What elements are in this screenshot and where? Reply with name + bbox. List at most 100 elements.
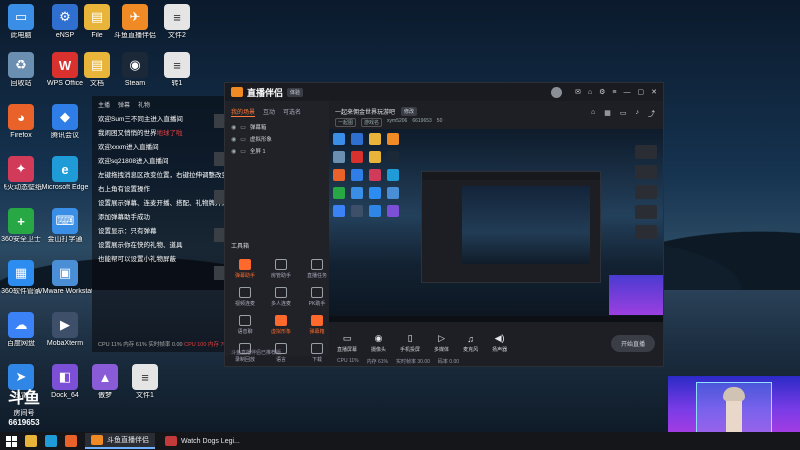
notification-icon[interactable]: ♪ <box>636 109 640 119</box>
chat-tab[interactable]: 礼物 <box>138 100 150 109</box>
wallet-icon[interactable]: ▭ <box>620 109 627 119</box>
stream-meta-item: xym5206 <box>387 118 408 124</box>
chat-message-text: 设置显示：只有弹幕 <box>98 228 157 235</box>
stream-meta-item[interactable]: 游戏名 <box>361 118 383 127</box>
preview-avatar-widget <box>609 275 663 315</box>
gift-icon[interactable]: ⌂ <box>588 89 592 96</box>
dock-icon: ◧ <box>52 364 78 390</box>
tool-button[interactable]: 语音聊 <box>231 315 259 335</box>
desktop-icon-label: Firefox <box>10 132 32 139</box>
tool-button[interactable]: 房管助手 <box>267 259 295 279</box>
scene-list: ◉ ▭ 弹幕箱 ◉ ▭ 虚拟形象 ◉ ▭ 全屏 1 <box>225 121 329 157</box>
mobaxterm-icon: ▶ <box>52 312 78 338</box>
tool-icon <box>311 259 323 270</box>
scene-item[interactable]: ◉ ▭ 弹幕箱 <box>225 121 329 133</box>
tool-label: PK助手 <box>308 301 326 307</box>
chat-message-text: 添加弹幕助手成功 <box>98 214 150 221</box>
desktop-icon[interactable]: e Microsoft Edge <box>38 156 92 192</box>
start-stream-button[interactable]: 开始直播 <box>610 334 655 352</box>
desktop-icon[interactable]: ▶ MobaXterm <box>38 312 92 348</box>
preview-desktop-icons <box>333 133 399 217</box>
scene-item[interactable]: ◉ ▭ 虚拟形象 <box>225 133 329 145</box>
desktop-icon-label: 飞火动态壁纸 <box>0 184 42 191</box>
tool-icon <box>311 287 323 298</box>
side-button[interactable] <box>635 185 657 199</box>
eye-icon[interactable]: ◉ <box>231 124 236 131</box>
desktop-icon[interactable]: ◆ 腾讯会议 <box>38 104 92 140</box>
shop-icon[interactable]: ⌂ <box>591 109 595 119</box>
scene-label: 弹幕箱 <box>249 125 267 131</box>
chat-tab[interactable]: 弹幕 <box>118 100 130 109</box>
tool-button[interactable]: 直播任务 <box>303 259 331 279</box>
avatar[interactable] <box>551 86 563 98</box>
taskbar: 斗鱼直播伴侣 Watch Dogs Legi... <box>0 432 800 450</box>
desktop-icon[interactable]: ▣ VMware Workstati... <box>38 260 92 296</box>
chat-tab[interactable]: 主播 <box>98 100 110 109</box>
desktop-icon[interactable]: ≡ 转1 <box>150 52 204 88</box>
tool-button[interactable]: PK助手 <box>303 287 331 307</box>
stat-item: 实时帧率 30.00 <box>396 359 430 365</box>
scene-icon: ▭ <box>240 148 246 155</box>
stream-meta-item[interactable]: 一起图 <box>335 118 357 127</box>
app-title: 直播伴侣 <box>247 87 284 98</box>
source-control-button[interactable]: ▷ 多媒体 <box>434 333 449 353</box>
side-button[interactable] <box>635 205 657 219</box>
edge-icon: e <box>52 156 78 182</box>
app-titlebar[interactable]: 直播伴侣 体验 ✉ ⌂ ⚙ ≡ — ▢ ✕ <box>225 83 663 101</box>
tab-0[interactable]: 我的场景 <box>231 107 256 117</box>
minimize-icon[interactable]: — <box>624 89 631 96</box>
scene-label: 虚拟形象 <box>249 137 272 143</box>
tool-button[interactable]: 多人连麦 <box>267 287 295 307</box>
file-explorer-icon[interactable] <box>25 435 37 447</box>
eye-icon[interactable]: ◉ <box>231 148 236 155</box>
firefox-icon[interactable] <box>65 435 77 447</box>
edge-icon[interactable] <box>45 435 57 447</box>
maximize-icon[interactable]: ▢ <box>638 88 645 96</box>
desktop-icon[interactable]: ≡ 文件2 <box>150 4 204 40</box>
douyu-watermark: 斗鱼 房间号 6619653 <box>8 384 40 427</box>
danmaku-chat-overlay[interactable]: 主播 弹幕 礼物 欢迎Sum三不同主进入直播间 我闹困又悄悄的世界地球了啦 欢迎xxxm… <box>92 96 242 352</box>
settings-icon[interactable]: ⚙ <box>599 88 605 96</box>
toolbox-grid: 弹幕助手 房管助手 直播任务 视频连麦 多人连麦 PK助手 语音聊 虚拟形象 弹幕箱 录制回放 语言… <box>231 259 331 363</box>
close-icon[interactable]: ✕ <box>651 88 657 96</box>
douyu-logo-icon <box>231 87 243 97</box>
desktop-icon[interactable]: ≡ 文件1 <box>118 364 172 400</box>
source-control-button[interactable]: ◀) 扬声器 <box>492 333 507 353</box>
stat-item: 码率 0.00 <box>437 359 460 365</box>
aomeng-icon: ▲ <box>92 364 118 390</box>
tool-button[interactable]: 弹幕箱 <box>303 315 331 335</box>
stream-title: 一起来佣金世界玩游吧 <box>335 110 396 116</box>
streaming-companion-window[interactable]: 直播伴侣 体验 ✉ ⌂ ⚙ ≡ — ▢ ✕ 我的场景 互动 可选名 ◉ ▭ 弹幕箱 ◉ ▭ 虚… <box>224 82 664 367</box>
source-control-label: 麦克风 <box>463 346 479 353</box>
taskbar-app[interactable]: 斗鱼直播伴侣 <box>85 433 155 449</box>
menu-icon[interactable]: ≡ <box>612 89 616 96</box>
share-icon[interactable]: ⤴ <box>648 109 655 119</box>
tool-button[interactable]: 视频连麦 <box>231 287 259 307</box>
tab-1[interactable]: 互动 <box>263 107 275 117</box>
message-icon[interactable]: ✉ <box>575 88 581 96</box>
tool-label: 语音聊 <box>237 329 253 335</box>
source-control-button[interactable]: ▯ 手机投屏 <box>400 333 420 353</box>
eye-icon[interactable]: ◉ <box>231 136 236 143</box>
scene-item[interactable]: ◉ ▭ 全屏 1 <box>225 145 329 157</box>
layout-icon[interactable]: ▦ <box>604 109 611 119</box>
windows-start-icon[interactable] <box>6 435 17 447</box>
source-control-button[interactable]: ♫ 麦克风 <box>463 334 478 353</box>
desktop-icon-label: 百度网盘 <box>7 340 35 347</box>
stream-preview[interactable] <box>329 129 663 322</box>
tool-button[interactable]: 下载 <box>303 343 331 363</box>
side-button[interactable] <box>635 165 657 179</box>
desktop-icon[interactable]: ⌨ 金山打字通 <box>38 208 92 244</box>
side-button[interactable] <box>635 225 657 239</box>
source-control-button[interactable]: ◉ 摄像头 <box>371 333 386 353</box>
tool-button[interactable]: 虚拟形象 <box>267 315 295 335</box>
source-controls: ▭ 直播屏幕 ◉ 摄像头 ▯ 手机投屏 ▷ 多媒体 ♫ 麦克风 ◀) 扬声器 开始直播 <box>329 333 663 353</box>
document-icon: ≡ <box>132 364 158 390</box>
tool-button[interactable]: 弹幕助手 <box>231 259 259 279</box>
edit-title-button[interactable]: 修改 <box>401 107 418 116</box>
side-button[interactable] <box>635 145 657 159</box>
source-control-button[interactable]: ▭ 直播屏幕 <box>337 333 357 353</box>
version-badge: 体验 <box>287 87 304 97</box>
tab-2[interactable]: 可选名 <box>283 107 301 117</box>
taskbar-app[interactable]: Watch Dogs Legi... <box>159 433 246 449</box>
